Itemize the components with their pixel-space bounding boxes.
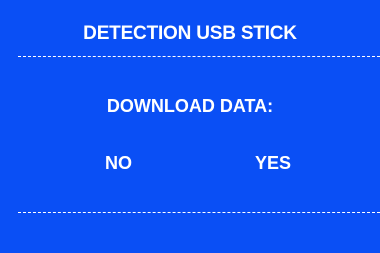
- bottom-divider: [18, 212, 380, 213]
- dialog-title: DETECTION USB STICK: [83, 23, 297, 44]
- download-prompt: DOWNLOAD DATA:: [106, 96, 274, 116]
- yes-option-button[interactable]: YES: [255, 153, 291, 174]
- usb-detection-dialog: DETECTION USB STICK DOWNLOAD DATA: NO YE…: [0, 0, 380, 253]
- top-divider: [18, 56, 380, 57]
- no-option-button[interactable]: NO: [105, 153, 132, 174]
